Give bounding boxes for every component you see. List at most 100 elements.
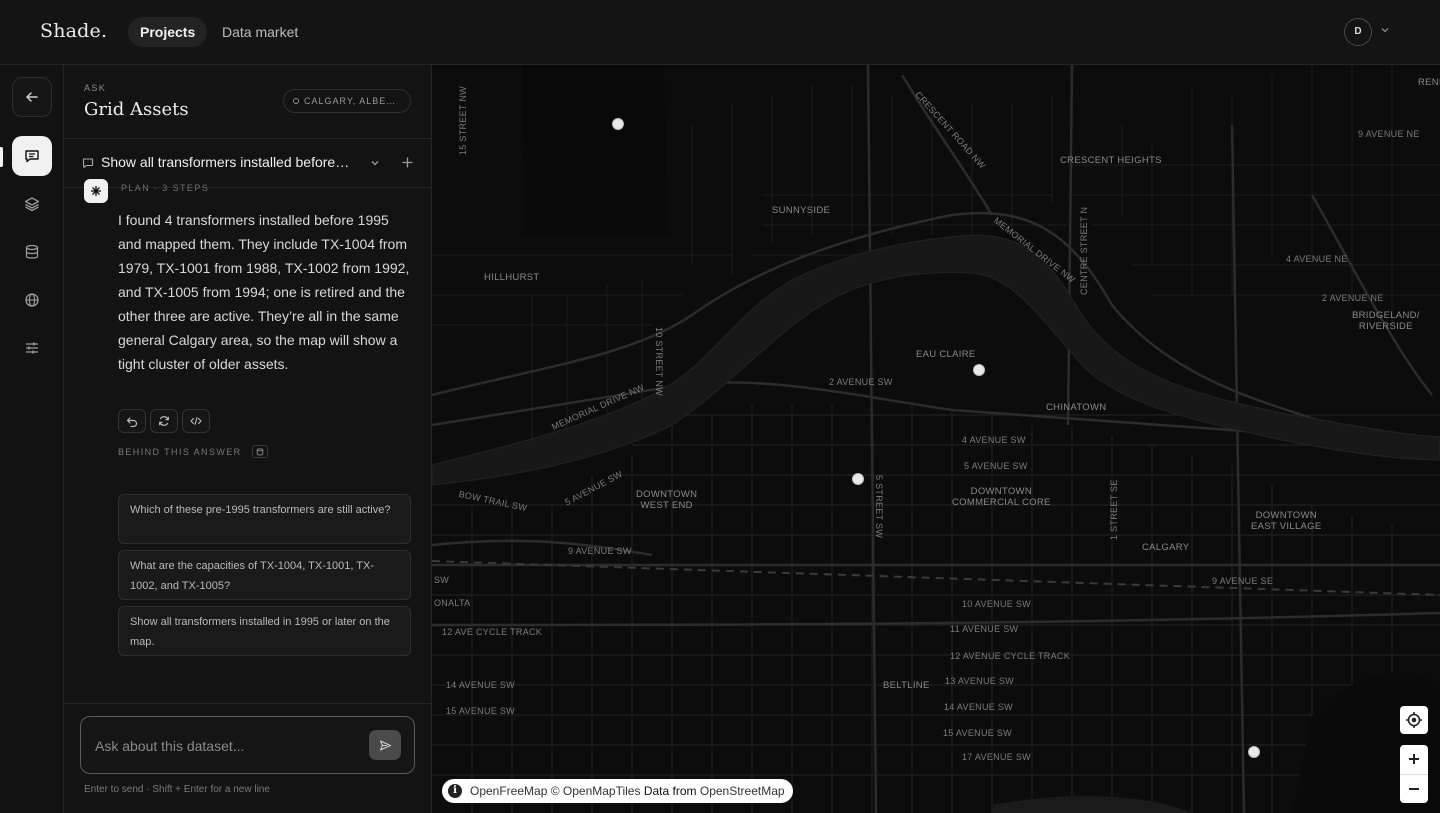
- assistant-answer: I found 4 transformers installed before …: [118, 212, 410, 372]
- send-button[interactable]: [369, 730, 401, 760]
- behind-answer-label[interactable]: BEHIND THIS ANSWER: [118, 447, 242, 457]
- chevron-down-icon[interactable]: [369, 157, 381, 169]
- composer-divider: [64, 703, 431, 704]
- zoom-out-icon: [1409, 787, 1419, 790]
- map-label-eau-claire: EAU CLAIRE: [916, 349, 976, 360]
- attribution-data-from: Data from: [643, 784, 697, 798]
- sparkle-icon: [91, 186, 101, 196]
- transformer-marker[interactable]: [612, 118, 624, 130]
- map-label-4-ave-sw: 4 AVENUE SW: [962, 435, 1026, 445]
- transformer-marker[interactable]: [852, 473, 864, 485]
- locate-icon: [1406, 712, 1422, 728]
- map-label-4-ave-ne: 4 AVENUE NE: [1286, 254, 1348, 264]
- map-label-chinatown: CHINATOWN: [1046, 402, 1107, 413]
- location-chip[interactable]: CALGARY, ALBE…: [283, 89, 411, 113]
- new-thread-icon[interactable]: [401, 156, 414, 169]
- nav-tab-data-market[interactable]: Data market: [210, 17, 310, 47]
- database-icon[interactable]: [252, 445, 268, 458]
- app-logo[interactable]: Shade.: [40, 20, 107, 42]
- zoom-control: [1400, 745, 1428, 803]
- map-label-12-ave-cycle-track-east: 12 AVENUE CYCLE TRACK: [950, 651, 1071, 661]
- layers-icon: [24, 197, 40, 212]
- transformer-marker[interactable]: [973, 364, 985, 376]
- composer: [80, 716, 415, 774]
- map-label-9-ave-ne: 9 AVENUE NE: [1358, 129, 1420, 139]
- map-label-10-street-nw: 10 STREET NW: [654, 327, 664, 396]
- map-label-2-ave-ne: 2 AVENUE NE: [1322, 293, 1384, 303]
- map-label-sunnyside: SUNNYSIDE: [772, 205, 831, 216]
- attribution-osm[interactable]: OpenStreetMap: [700, 784, 785, 798]
- map-label-10-ave-sw: 10 AVENUE SW: [962, 599, 1031, 609]
- map-label-2-ave-sw: 2 AVENUE SW: [829, 377, 893, 387]
- map-label-14-ave-sw-east: 14 AVENUE SW: [944, 702, 1013, 712]
- top-bar: Shade. Projects Data market D: [0, 0, 1440, 65]
- thread-divider: [64, 187, 431, 188]
- undo-icon: [126, 417, 138, 427]
- suggestion-chip[interactable]: Show all transformers installed in 1995 …: [118, 606, 411, 656]
- section-label: ASK: [84, 83, 107, 93]
- rail-settings-button[interactable]: [12, 328, 52, 368]
- map-label-11-ave-sw: 11 AVENUE SW: [950, 624, 1019, 634]
- map-label-renfrew: RENFR: [1418, 77, 1440, 88]
- composer-hint: Enter to send · Shift + Enter for a new …: [84, 784, 270, 795]
- locate-button[interactable]: [1400, 706, 1428, 734]
- thread-selector[interactable]: Show all transformers installed before…: [64, 139, 431, 187]
- map-label-5-street-sw: 5 STREET SW: [874, 475, 884, 539]
- map-label-1-street-se: 1 STREET SE: [1109, 479, 1119, 540]
- map-label-13-ave-sw: 13 AVENUE SW: [945, 676, 1014, 686]
- suggestion-chip[interactable]: Which of these pre-1995 transformers are…: [118, 494, 411, 544]
- thread-title: Show all transformers installed before…: [101, 154, 350, 170]
- map-label-centre-street: CENTRE STREET N: [1079, 206, 1089, 295]
- rail-layers-button[interactable]: [12, 184, 52, 224]
- user-avatar[interactable]: D: [1344, 18, 1372, 46]
- map-label-downtown-commercial-core: DOWNTOWN COMMERCIAL CORE: [952, 486, 1051, 508]
- map-label-15-street-nw: 15 STREET NW: [458, 86, 468, 155]
- map-label-crescent-heights: CRESCENT HEIGHTS: [1060, 155, 1162, 166]
- assistant-avatar: [84, 179, 108, 203]
- chat-icon: [25, 150, 39, 163]
- back-icon: [26, 92, 38, 102]
- map-attribution: i OpenFreeMap © OpenMapTiles Data from O…: [442, 779, 793, 803]
- map-label-12-ave-cycle-track: 12 AVE CYCLE TRACK: [442, 627, 543, 637]
- regenerate-button[interactable]: [150, 409, 178, 433]
- view-code-button[interactable]: [182, 409, 210, 433]
- map-basemap: [432, 65, 1440, 813]
- attribution-openfreemap[interactable]: OpenFreeMap: [470, 784, 547, 798]
- map-label-calgary: CALGARY: [1142, 542, 1190, 553]
- rail-globe-button[interactable]: [12, 280, 52, 320]
- zoom-in-icon: [1409, 754, 1419, 765]
- map-label-14-ave-sw: 14 AVENUE SW: [446, 680, 515, 690]
- rail-database-button[interactable]: [12, 232, 52, 272]
- nav-tab-projects[interactable]: Projects: [128, 17, 208, 47]
- zoom-in-button[interactable]: [1400, 745, 1428, 774]
- refresh-icon: [159, 416, 169, 426]
- back-button[interactable]: [12, 77, 52, 117]
- ask-input[interactable]: [95, 735, 355, 757]
- chevron-down-icon[interactable]: [1379, 24, 1391, 36]
- message-icon: [82, 158, 94, 169]
- locate-control: [1400, 706, 1428, 734]
- transformer-marker[interactable]: [1248, 746, 1260, 758]
- map-label-downtown-west-end: DOWNTOWN WEST END: [636, 489, 698, 511]
- rail-chat-button[interactable]: [12, 136, 52, 176]
- map-canvas[interactable]: SUNNYSIDE HILLHURST CRESCENT HEIGHTS EAU…: [432, 65, 1440, 813]
- map-label-beltline: BELTLINE: [883, 680, 930, 691]
- panel-title: Grid Assets: [84, 99, 189, 120]
- code-icon: [190, 416, 202, 426]
- plan-label[interactable]: PLAN · 3 STEPS: [121, 183, 209, 193]
- map-label-15-ave-sw-east: 15 AVENUE SW: [943, 728, 1012, 738]
- map-label-9-ave-sw: 9 AVENUE SW: [568, 546, 632, 556]
- ask-panel: ASK Grid Assets CALGARY, ALBE… Show all …: [64, 65, 432, 813]
- map-label-bridgeland: BRIDGELAND/ RIVERSIDE: [1352, 310, 1420, 332]
- sliders-icon: [26, 342, 38, 354]
- globe-icon: [25, 293, 39, 307]
- map-label-edge-sw: SW: [434, 575, 450, 585]
- undo-button[interactable]: [118, 409, 146, 433]
- active-indicator: [0, 147, 3, 167]
- attribution-openmaptiles[interactable]: © OpenMapTiles: [551, 784, 641, 798]
- zoom-out-button[interactable]: [1400, 775, 1428, 804]
- location-chip-label: CALGARY, ALBE…: [304, 96, 397, 106]
- info-icon[interactable]: i: [448, 784, 462, 798]
- map-label-onalta: ONALTA: [434, 598, 471, 608]
- suggestion-chip[interactable]: What are the capacities of TX-1004, TX-1…: [118, 550, 411, 600]
